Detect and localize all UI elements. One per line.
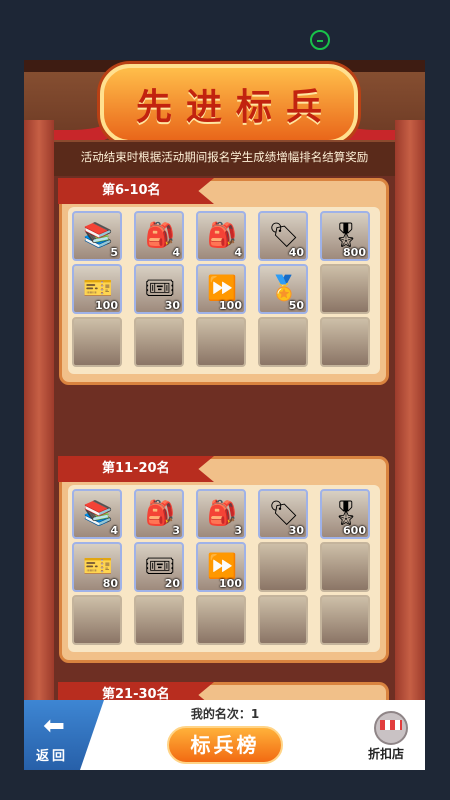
item-quantity: 800	[343, 246, 366, 259]
discount-shop-label[interactable]: 折扣店	[368, 745, 404, 762]
item-quantity: 3	[172, 524, 180, 537]
reward-item[interactable]: 🏷 40	[258, 211, 308, 261]
item-quantity: 50	[288, 299, 304, 312]
event-panel: 先进标兵 活动结束时根据活动期间报名学生成绩增幅排名结算奖励 第6-10名 📚 5 🎒…	[24, 60, 425, 770]
my-rank-text: 我的名次：1	[190, 707, 260, 721]
item-quantity: 40	[288, 246, 304, 259]
item-quantity: 4	[172, 246, 180, 259]
reward-item[interactable]: 📚 5	[72, 211, 122, 261]
reward-item[interactable]: 🎖 800	[320, 211, 370, 261]
reward-grid: 📚 4 🎒 3 🎒 3 🏷 30 🎖 600 🎫 80 🎟 20 ⏩ 100	[72, 489, 370, 645]
empty-reward-slot	[258, 595, 308, 645]
reward-item[interactable]: 🎟 20	[134, 542, 184, 592]
empty-reward-slot	[72, 317, 122, 367]
item-quantity: 100	[219, 299, 242, 312]
empty-reward-slot	[320, 595, 370, 645]
shop-awning-icon[interactable]	[380, 720, 402, 730]
rank-ribbon: 第11-20名	[58, 456, 214, 482]
reward-item[interactable]: 🎫 100	[72, 264, 122, 314]
empty-reward-slot	[320, 264, 370, 314]
empty-reward-slot	[320, 317, 370, 367]
pillar-left	[24, 120, 54, 770]
status-bar	[0, 0, 450, 60]
empty-reward-slot	[258, 317, 308, 367]
reward-item[interactable]: 🎒 3	[134, 489, 184, 539]
notice-text: 活动结束时根据活动期间报名学生成绩增幅排名结算奖励	[80, 150, 369, 164]
reward-section: 第6-10名 📚 5 🎒 4 🎒 4 🏷 40 🎖 800 🎫 100 🎟 30 ⏩ 100 🏅 50	[58, 178, 389, 385]
reward-item[interactable]: 🎫 80	[72, 542, 122, 592]
reward-item[interactable]: 🏷 30	[258, 489, 308, 539]
empty-reward-slot	[72, 595, 122, 645]
item-quantity: 4	[234, 246, 242, 259]
status-indicator-icon	[310, 30, 330, 50]
item-quantity: 600	[343, 524, 366, 537]
empty-reward-slot	[196, 317, 246, 367]
bottom-strip	[0, 770, 450, 800]
item-quantity: 80	[102, 577, 118, 590]
rank-range-label: 第6-10名	[102, 183, 161, 198]
reward-item[interactable]: 🏅 50	[258, 264, 308, 314]
item-quantity: 30	[288, 524, 304, 537]
item-quantity: 30	[164, 299, 180, 312]
title-banner: 先进标兵	[100, 64, 358, 144]
rank-range-label: 第11-20名	[102, 461, 170, 476]
reward-item[interactable]: 🎒 4	[134, 211, 184, 261]
reward-item[interactable]: 📚 4	[72, 489, 122, 539]
empty-reward-slot	[258, 542, 308, 592]
back-arrow-icon[interactable]: ⬅	[40, 712, 68, 740]
item-quantity: 100	[95, 299, 118, 312]
page-title: 先进标兵	[135, 87, 336, 128]
reward-item[interactable]: 🎖 600	[320, 489, 370, 539]
leaderboard-button[interactable]: 标兵榜	[167, 726, 283, 764]
reward-item[interactable]: ⏩ 100	[196, 264, 246, 314]
reward-item[interactable]: 🎒 3	[196, 489, 246, 539]
reward-item[interactable]: 🎟 30	[134, 264, 184, 314]
reward-grid: 📚 5 🎒 4 🎒 4 🏷 40 🎖 800 🎫 100 🎟 30 ⏩ 100 🏅 50	[72, 211, 370, 367]
item-quantity: 4	[110, 524, 118, 537]
item-quantity: 5	[110, 246, 118, 259]
item-quantity: 100	[219, 577, 242, 590]
reward-item[interactable]: 🎒 4	[196, 211, 246, 261]
empty-reward-slot	[134, 317, 184, 367]
empty-reward-slot	[196, 595, 246, 645]
empty-reward-slot	[134, 595, 184, 645]
reward-item[interactable]: ⏩ 100	[196, 542, 246, 592]
item-quantity: 20	[164, 577, 180, 590]
reward-section: 第11-20名 📚 4 🎒 3 🎒 3 🏷 30 🎖 600 🎫 80 🎟 20 ⏩ 100	[58, 456, 389, 663]
item-quantity: 3	[234, 524, 242, 537]
rank-ribbon: 第6-10名	[58, 178, 214, 204]
pillar-right	[395, 120, 425, 770]
reward-list[interactable]: 第6-10名 📚 5 🎒 4 🎒 4 🏷 40 🎖 800 🎫 100 🎟 30 ⏩ 100 🏅 50 第11-20名…	[54, 176, 395, 770]
empty-reward-slot	[320, 542, 370, 592]
back-label[interactable]: 返回	[36, 745, 68, 764]
